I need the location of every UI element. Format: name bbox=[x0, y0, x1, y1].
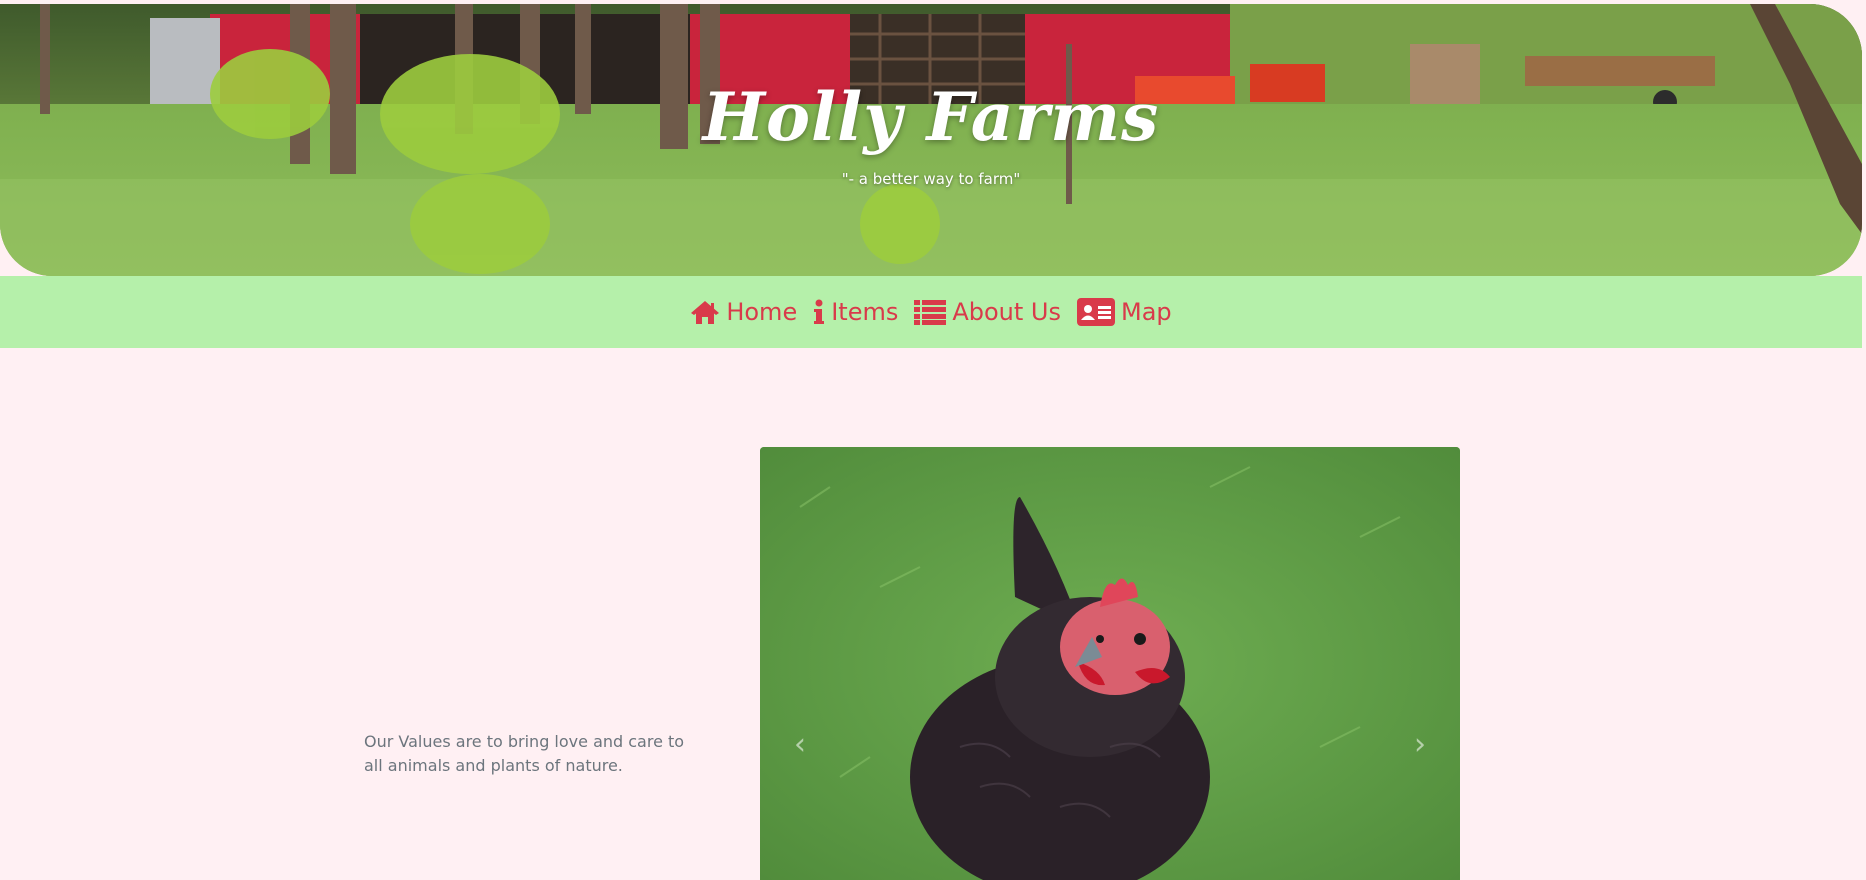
hero-banner: Holly Farms "- a better way to farm" bbox=[0, 4, 1862, 276]
nav-item-about-us[interactable]: About Us bbox=[914, 298, 1061, 326]
chicken-photo bbox=[760, 447, 1460, 880]
nav-item-items[interactable]: Items bbox=[813, 298, 898, 326]
address-card-icon bbox=[1077, 298, 1115, 326]
carousel-prev-button[interactable]: ‹ bbox=[780, 724, 820, 764]
nav-item-about-us-label: About Us bbox=[952, 298, 1061, 326]
values-statement: Our Values are to bring love and care to… bbox=[364, 732, 685, 775]
chevron-left-icon: ‹ bbox=[794, 726, 806, 762]
chevron-right-icon: › bbox=[1414, 726, 1426, 762]
image-carousel[interactable] bbox=[760, 447, 1460, 880]
info-icon bbox=[813, 299, 825, 325]
site-tagline: "- a better way to farm" bbox=[841, 170, 1021, 188]
nav-item-home[interactable]: Home bbox=[690, 298, 797, 326]
main-navigation: Home Items About Us Map bbox=[0, 276, 1862, 348]
carousel-next-button[interactable]: › bbox=[1400, 724, 1440, 764]
nav-item-items-label: Items bbox=[831, 298, 899, 326]
nav-item-map[interactable]: Map bbox=[1077, 298, 1172, 326]
nav-item-home-label: Home bbox=[726, 298, 798, 326]
list-icon bbox=[914, 299, 947, 325]
nav-item-map-label: Map bbox=[1121, 298, 1172, 326]
home-icon bbox=[690, 299, 720, 325]
site-title: Holly Farms bbox=[702, 78, 1160, 156]
